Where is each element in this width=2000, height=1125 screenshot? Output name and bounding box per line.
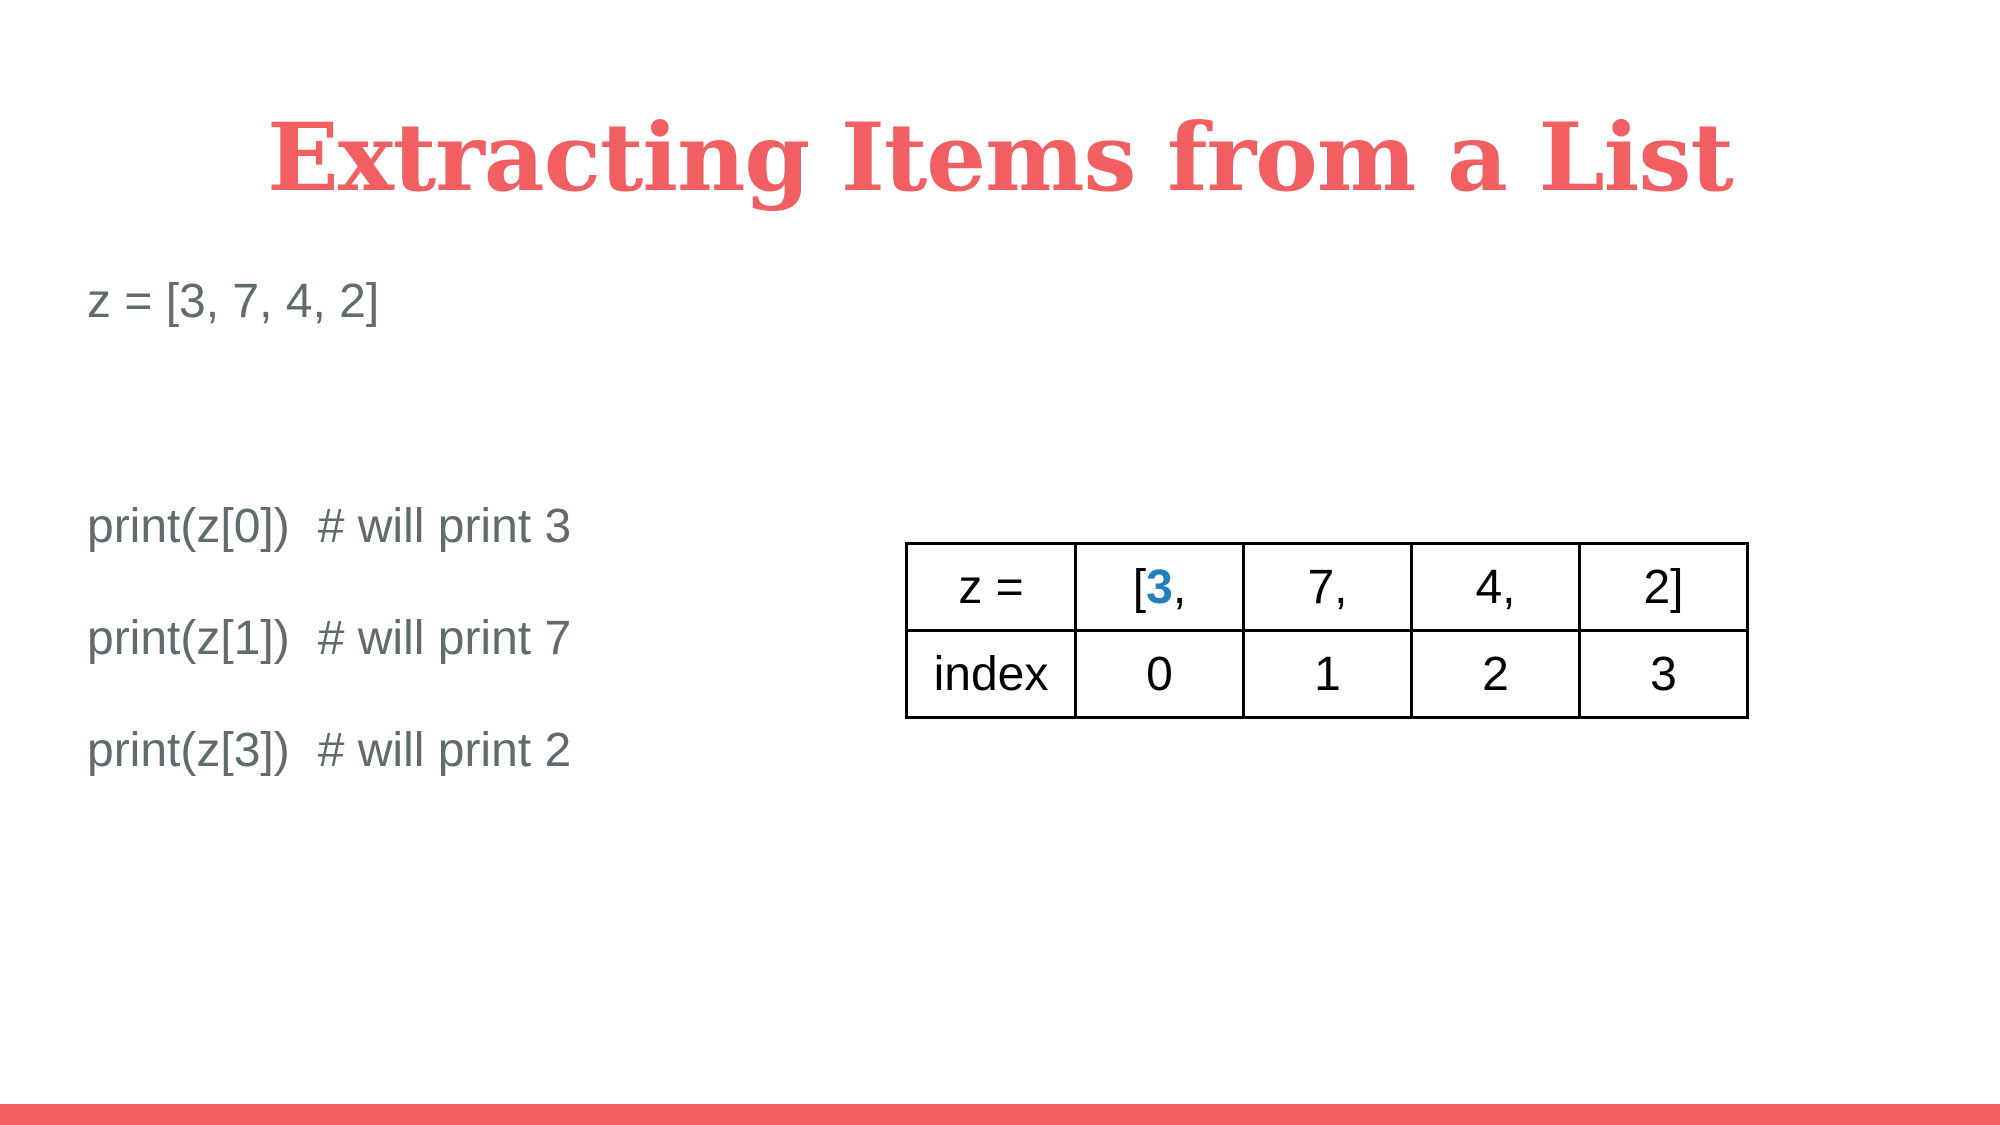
table-cell-index-1: 1 xyxy=(1242,629,1413,719)
table-cell-value-2: 4, xyxy=(1410,542,1581,632)
table-cell-label: index xyxy=(905,629,1077,719)
code-statement: print(z[3]) xyxy=(87,724,290,777)
table-cell-index-3: 3 xyxy=(1578,629,1749,719)
list-definition: z = [3, 7, 4, 2] xyxy=(87,275,380,328)
code-comment: # will print 3 xyxy=(317,500,572,553)
table-cell-index-2: 2 xyxy=(1410,629,1581,719)
code-comment: # will print 2 xyxy=(317,724,572,777)
comma: , xyxy=(1172,560,1187,614)
table-cell-value-1: 7, xyxy=(1242,542,1413,632)
table-cell-index-0: 0 xyxy=(1074,629,1245,719)
highlighted-value: 3 xyxy=(1146,560,1173,614)
code-line-2: print(z[1]) # will print 7 xyxy=(87,609,571,669)
code-line-3: print(z[3]) # will print 2 xyxy=(87,721,571,781)
code-statement: print(z[1]) xyxy=(87,612,290,665)
table-cell-value-0: [3, xyxy=(1074,542,1245,632)
list-index-table: z = [3, 7, 4, 2] index 0 1 2 3 xyxy=(905,542,1749,719)
table-cell-value-3: 2] xyxy=(1578,542,1749,632)
table-row-values: z = [3, 7, 4, 2] xyxy=(905,542,1749,632)
table-cell-label: z = xyxy=(905,542,1077,632)
open-bracket: [ xyxy=(1132,560,1147,614)
code-comment: # will print 7 xyxy=(317,612,572,665)
slide-title: Extracting Items from a List xyxy=(267,103,1734,213)
table-row-index: index 0 1 2 3 xyxy=(905,629,1749,719)
bottom-accent-bar xyxy=(0,1104,2000,1125)
code-line-1: print(z[0]) # will print 3 xyxy=(87,497,571,557)
code-statement: print(z[0]) xyxy=(87,500,290,553)
